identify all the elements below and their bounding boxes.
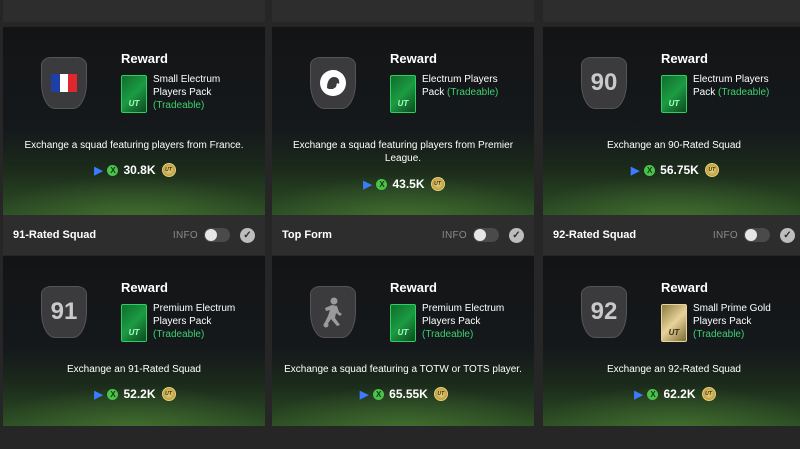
playstation-icon: ▶ <box>94 388 103 401</box>
sbc-card[interactable]: 91 Reward UT Premium Electrum Players Pa… <box>3 256 265 426</box>
check-icon[interactable]: ✓ <box>780 227 795 243</box>
pack-icon: UT <box>121 304 147 342</box>
card-description: Exchange an 90-Rated Squad <box>607 140 741 151</box>
price: 62.2K <box>663 387 696 401</box>
header-strip <box>272 0 534 22</box>
sbc-header: 92-Rated Squad INFO ✓ <box>543 215 800 255</box>
pack-icon: UT <box>121 75 147 113</box>
info-toggle[interactable] <box>744 228 770 242</box>
xbox-icon: X <box>373 388 385 400</box>
player-silhouette-icon <box>323 297 342 328</box>
playstation-icon: ▶ <box>630 164 640 177</box>
ut-coin-icon: UT <box>433 387 448 401</box>
pack-name: Small Prime Gold Players Pack (Tradeable… <box>693 302 793 341</box>
xbox-icon: X <box>107 164 119 176</box>
info-label: INFO <box>172 229 198 241</box>
price-row: ▶ X 30.8K UT <box>3 163 265 177</box>
sbc-card[interactable]: Reward UT Small Electrum Players Pack (T… <box>3 27 265 215</box>
price: 56.75K <box>660 163 699 177</box>
france-flag-badge <box>41 57 87 109</box>
reward-title: Reward <box>661 51 708 66</box>
info-toggle[interactable] <box>473 228 499 242</box>
xbox-icon: X <box>647 388 659 400</box>
playstation-icon: ▶ <box>359 388 369 401</box>
card-description: Exchange an 92-Rated Squad <box>607 364 741 375</box>
sbc-card[interactable]: Reward UT Premium Electrum Players Pack … <box>272 256 534 426</box>
card-description: Exchange a squad featuring players from … <box>292 140 514 164</box>
page-bottom <box>0 426 800 449</box>
price: 65.55K <box>389 387 428 401</box>
sbc-title: 92-Rated Squad <box>553 229 637 241</box>
ut-coin-icon: UT <box>430 177 445 191</box>
sbc-card[interactable]: Reward UT Electrum Players Pack (Tradeab… <box>272 27 534 215</box>
playstation-icon: ▶ <box>94 164 103 177</box>
price: 43.5K <box>392 177 425 191</box>
france-flag-icon <box>51 74 78 92</box>
pack-icon: UT <box>661 304 687 342</box>
price-row: ▶ X 56.75K UT <box>543 163 800 177</box>
card-description: Exchange a squad featuring players from … <box>24 140 244 151</box>
reward-title: Reward <box>390 51 437 66</box>
pack-icon: UT <box>390 75 416 113</box>
pack-name: Premium Electrum Players Pack (Tradeable… <box>153 302 253 341</box>
pack-icon: UT <box>390 304 416 342</box>
playstation-icon: ▶ <box>363 178 372 191</box>
header-strip <box>543 0 800 22</box>
tradeable-label: (Tradeable) <box>422 329 474 340</box>
xbox-icon: X <box>107 388 119 400</box>
ut-coin-icon: UT <box>704 163 719 177</box>
pack-icon: UT <box>661 75 687 113</box>
tradeable-label: (Tradeable) <box>153 329 205 340</box>
header-strip <box>3 0 265 22</box>
xbox-icon: X <box>644 164 656 176</box>
tradeable-label: (Tradeable) <box>718 87 770 98</box>
reward-title: Reward <box>121 280 168 295</box>
card-description: Exchange a squad featuring a TOTW or TOT… <box>284 364 522 375</box>
price-row: ▶ X 52.2K UT <box>3 387 265 401</box>
ut-coin-icon: UT <box>701 387 716 401</box>
price-row: ▶ X 43.5K UT <box>272 177 534 191</box>
price: 52.2K <box>123 387 156 401</box>
ut-coin-icon: UT <box>161 163 176 177</box>
sbc-header: Top Form INFO ✓ <box>272 215 534 255</box>
rating-badge: 92 <box>581 286 627 338</box>
player-badge <box>310 286 356 338</box>
sbc-card[interactable]: 92 Reward UT Small Prime Gold Players Pa… <box>543 256 800 426</box>
premier-league-badge <box>310 57 356 109</box>
xbox-icon: X <box>376 178 388 190</box>
playstation-icon: ▶ <box>634 388 643 401</box>
price-row: ▶ X 65.55K UT <box>272 387 534 401</box>
sbc-card[interactable]: 90 Reward UT Electrum Players Pack (Trad… <box>543 27 800 215</box>
reward-title: Reward <box>390 280 437 295</box>
reward-title: Reward <box>661 280 708 295</box>
tradeable-label: (Tradeable) <box>447 87 499 98</box>
rating-badge: 90 <box>581 57 627 109</box>
pack-name: Small Electrum Players Pack (Tradeable) <box>153 73 253 112</box>
check-icon[interactable]: ✓ <box>509 227 524 243</box>
info-label: INFO <box>441 229 467 241</box>
pack-name: Electrum Players Pack (Tradeable) <box>422 74 499 98</box>
check-icon[interactable]: ✓ <box>240 227 255 243</box>
rating-badge: 91 <box>41 286 87 338</box>
card-description: Exchange an 91-Rated Squad <box>67 364 201 375</box>
sbc-title: Top Form <box>282 229 332 241</box>
ut-coin-icon: UT <box>161 387 176 401</box>
pack-name: Electrum Players Pack (Tradeable) <box>693 74 770 98</box>
price: 30.8K <box>123 163 156 177</box>
pack-name: Premium Electrum Players Pack (Tradeable… <box>422 302 522 341</box>
sbc-title: 91-Rated Squad <box>13 229 97 241</box>
sbc-header: 91-Rated Squad INFO ✓ <box>3 215 265 255</box>
premier-league-lion-icon <box>320 69 346 96</box>
info-toggle[interactable] <box>204 228 230 242</box>
reward-title: Reward <box>121 51 168 66</box>
info-label: INFO <box>712 229 738 241</box>
tradeable-label: (Tradeable) <box>693 329 745 340</box>
tradeable-label: (Tradeable) <box>153 100 205 111</box>
price-row: ▶ X 62.2K UT <box>543 387 800 401</box>
